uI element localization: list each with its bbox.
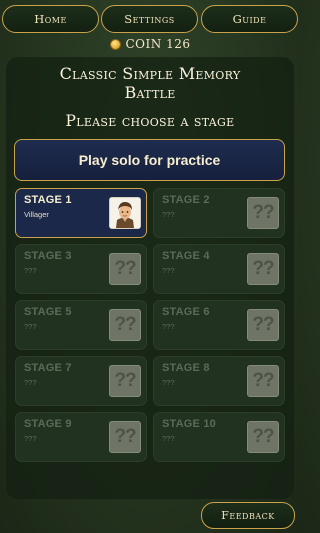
feedback-button-label: Feedback bbox=[221, 509, 275, 522]
game-title-line1: Classic Simple Memory bbox=[59, 64, 241, 83]
stage-name: STAGE 5 bbox=[24, 306, 72, 318]
stage-opponent: ??? bbox=[162, 378, 175, 387]
stage-name: STAGE 1 bbox=[24, 194, 72, 206]
stage-name: STAGE 8 bbox=[162, 362, 210, 374]
stage-card-5: STAGE 5????? bbox=[15, 300, 147, 350]
locked-question-icon: ?? bbox=[247, 197, 279, 229]
locked-question-icon: ?? bbox=[109, 421, 141, 453]
stage-opponent: ??? bbox=[24, 322, 37, 331]
coin-label: COIN 126 bbox=[125, 37, 191, 51]
settings-button[interactable]: Settings bbox=[101, 5, 198, 33]
stage-card-8: STAGE 8????? bbox=[153, 356, 285, 406]
coin-counter: COIN 126 bbox=[0, 36, 300, 52]
coin-icon bbox=[109, 38, 121, 50]
guide-button[interactable]: Guide bbox=[201, 5, 298, 33]
stage-opponent: ??? bbox=[162, 210, 175, 219]
stage-name: STAGE 10 bbox=[162, 418, 216, 430]
stage-card-4: STAGE 4????? bbox=[153, 244, 285, 294]
stage-opponent: ??? bbox=[162, 434, 175, 443]
game-title: Classic Simple Memory Battle bbox=[0, 64, 300, 102]
stage-card-6: STAGE 6????? bbox=[153, 300, 285, 350]
locked-question-icon: ?? bbox=[109, 309, 141, 341]
play-solo-button[interactable]: Play solo for practice bbox=[14, 139, 285, 181]
stage-name: STAGE 2 bbox=[162, 194, 210, 206]
locked-question-icon: ?? bbox=[109, 365, 141, 397]
locked-question-icon: ?? bbox=[247, 309, 279, 341]
villager-portrait-icon bbox=[109, 197, 141, 229]
home-button-label: Home bbox=[34, 12, 67, 26]
stage-opponent: ??? bbox=[24, 378, 37, 387]
stage-name: STAGE 7 bbox=[24, 362, 72, 374]
home-button[interactable]: Home bbox=[2, 5, 99, 33]
stage-name: STAGE 4 bbox=[162, 250, 210, 262]
stage-card-7: STAGE 7????? bbox=[15, 356, 147, 406]
settings-button-label: Settings bbox=[124, 12, 175, 26]
game-title-line2: Battle bbox=[124, 83, 176, 102]
stage-card-2: STAGE 2????? bbox=[153, 188, 285, 238]
stage-card-3: STAGE 3????? bbox=[15, 244, 147, 294]
stage-card-10: STAGE 10????? bbox=[153, 412, 285, 462]
stage-opponent: ??? bbox=[162, 322, 175, 331]
feedback-button[interactable]: Feedback bbox=[201, 502, 295, 529]
locked-question-icon: ?? bbox=[247, 253, 279, 285]
locked-question-icon: ?? bbox=[247, 421, 279, 453]
stage-name: STAGE 3 bbox=[24, 250, 72, 262]
choose-stage-heading: Please choose a stage bbox=[65, 112, 235, 130]
locked-question-icon: ?? bbox=[247, 365, 279, 397]
stage-opponent: Villager bbox=[24, 210, 49, 219]
stage-opponent: ??? bbox=[162, 266, 175, 275]
stage-card-1[interactable]: STAGE 1 Villager bbox=[15, 188, 147, 238]
stage-card-9: STAGE 9????? bbox=[15, 412, 147, 462]
guide-button-label: Guide bbox=[232, 12, 267, 26]
locked-question-icon: ?? bbox=[109, 253, 141, 285]
play-solo-label: Play solo for practice bbox=[78, 152, 221, 168]
stage-name: STAGE 6 bbox=[162, 306, 210, 318]
stage-opponent: ??? bbox=[24, 434, 37, 443]
stage-name: STAGE 9 bbox=[24, 418, 72, 430]
stage-opponent: ??? bbox=[24, 266, 37, 275]
